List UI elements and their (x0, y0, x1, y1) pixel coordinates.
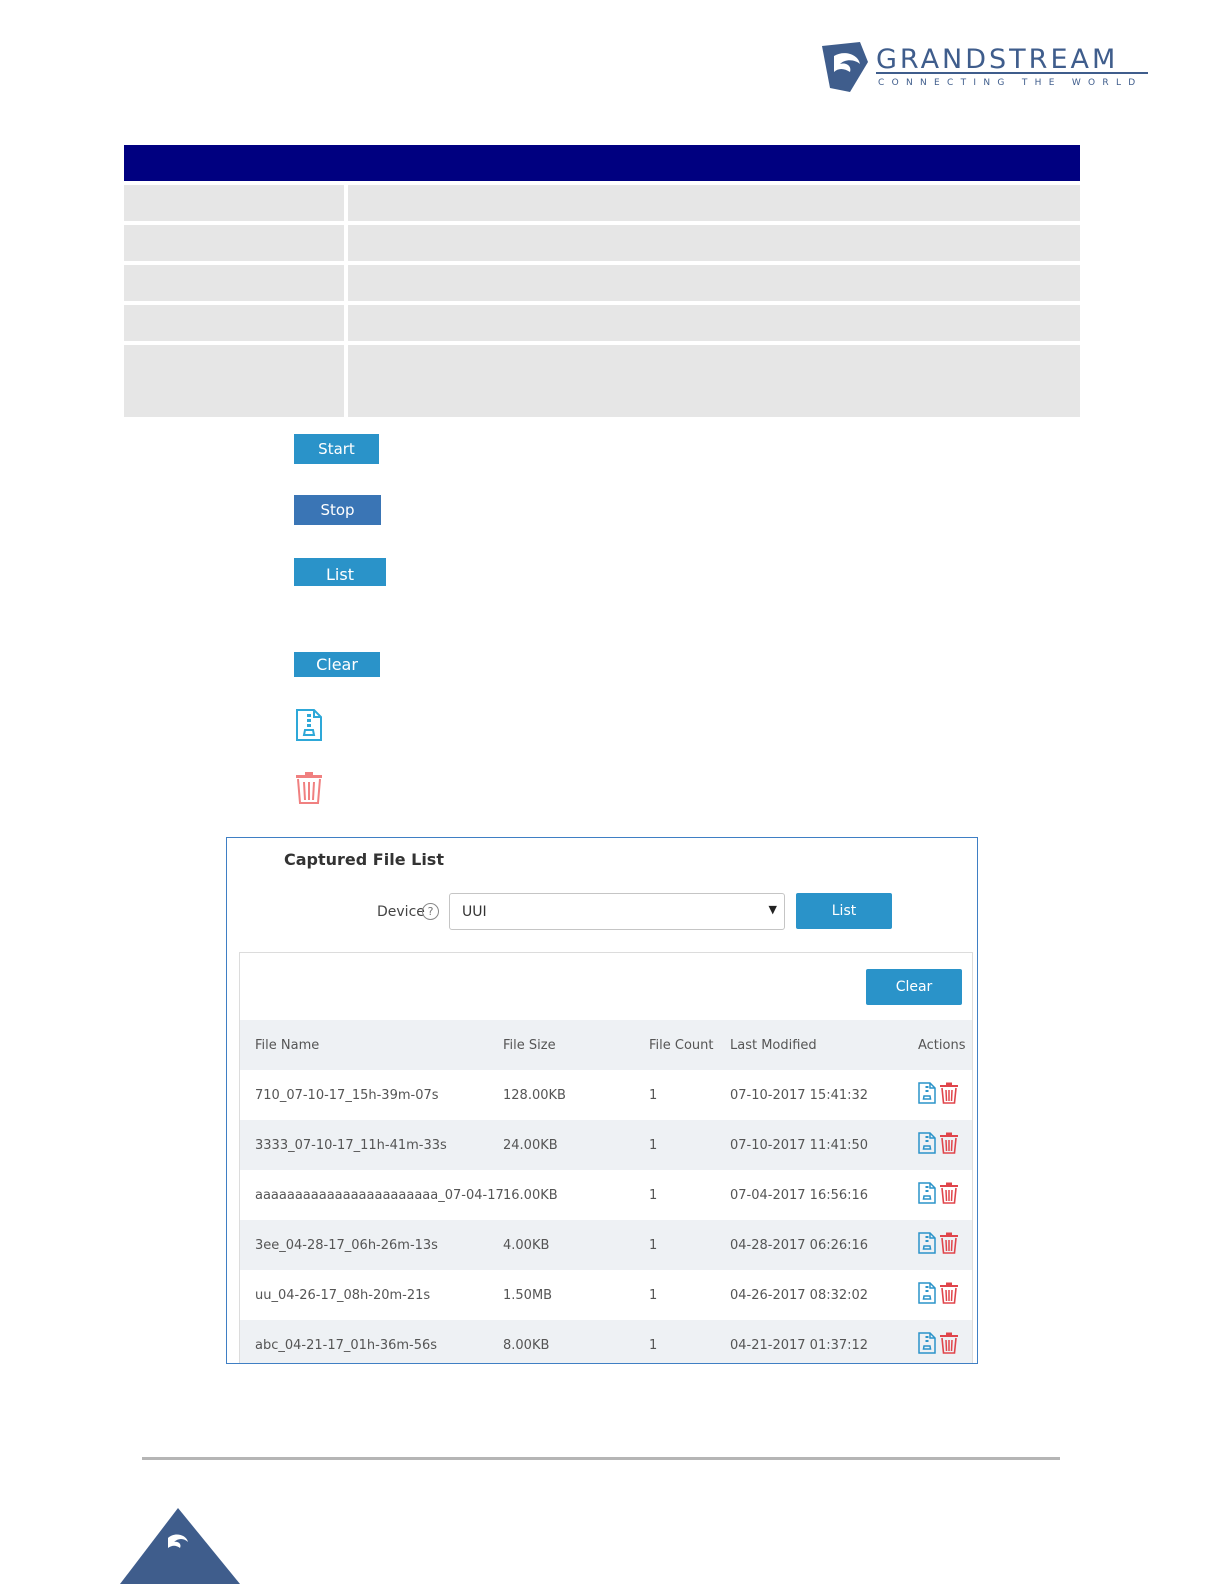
actions-cell (918, 1070, 972, 1120)
trash-icon[interactable] (294, 771, 324, 805)
trash-icon[interactable] (939, 1082, 959, 1104)
download-file-icon[interactable] (295, 708, 323, 742)
file-size-cell: 128.00KB (503, 1087, 566, 1103)
footer-logo-icon (120, 1508, 240, 1584)
file-size-cell: 16.00KB (503, 1187, 558, 1203)
table-row: aaaaaaaaaaaaaaaaaaaaaaa_07-04-17_... 16.0… (240, 1170, 972, 1220)
file-size-cell: 8.00KB (503, 1337, 550, 1353)
actions-cell (918, 1320, 972, 1363)
download-file-icon[interactable] (918, 1282, 936, 1304)
last-modified-cell: 04-26-2017 08:32:02 (730, 1287, 869, 1303)
grandstream-logo: GRANDSTREAM CONNECTING THE WORLD (820, 42, 1160, 98)
device-select-value: UUI (462, 904, 487, 920)
panel-list-button[interactable]: List (796, 893, 892, 929)
download-file-icon[interactable] (918, 1082, 936, 1104)
column-header-last-modified[interactable]: Last Modified (730, 1020, 918, 1070)
trash-icon[interactable] (939, 1232, 959, 1254)
actions-cell (918, 1170, 972, 1220)
clear-button[interactable]: Clear (294, 652, 380, 677)
column-header-file-size[interactable]: File Size (503, 1020, 649, 1070)
table-row (124, 225, 1080, 261)
last-modified-cell: 04-28-2017 06:26:16 (730, 1237, 869, 1253)
table-row (124, 345, 1080, 417)
table-header-row: File Name File Size File Count Last Modi… (240, 1020, 972, 1070)
files-table: File Name File Size File Count Last Modi… (240, 1020, 972, 1363)
table-row: 710_07-10-17_15h-39m-07s 128.00KB 1 07-10-2… (240, 1070, 972, 1120)
device-select[interactable]: UUI ▼ (449, 893, 785, 930)
column-header-actions: Actions (918, 1037, 966, 1053)
trash-icon[interactable] (939, 1282, 959, 1304)
captured-file-list-panel: Captured File List Device ? UUI ▼ List C… (226, 837, 978, 1364)
stop-button[interactable]: Stop (294, 495, 381, 525)
file-count-cell: 1 (649, 1337, 658, 1353)
parameter-table (124, 145, 1080, 417)
last-modified-cell: 07-10-2017 11:41:50 (730, 1137, 869, 1153)
download-file-icon[interactable] (918, 1182, 936, 1204)
table-header (124, 145, 1080, 181)
table-row (124, 185, 1080, 221)
last-modified-cell: 04-21-2017 01:37:12 (730, 1337, 869, 1353)
panel-title: Captured File List (284, 850, 444, 869)
download-file-icon[interactable] (918, 1332, 936, 1354)
file-name-cell: 3ee_04-28-17_06h-26m-13s (255, 1237, 438, 1253)
chevron-down-icon: ▼ (768, 903, 777, 916)
actions-cell (918, 1220, 972, 1270)
list-button[interactable]: List (294, 558, 386, 586)
grandstream-logo-icon (822, 42, 868, 92)
file-size-cell: 4.00KB (503, 1237, 550, 1253)
last-modified-cell: 07-10-2017 15:41:32 (730, 1087, 869, 1103)
file-name-cell: 710_07-10-17_15h-39m-07s (255, 1087, 439, 1103)
trash-icon[interactable] (939, 1332, 959, 1354)
file-size-cell: 24.00KB (503, 1137, 558, 1153)
column-header-file-count[interactable]: File Count (649, 1020, 730, 1070)
table-row (124, 305, 1080, 341)
table-row: 3333_07-10-17_11h-41m-33s 24.00KB 1 07-10-2… (240, 1120, 972, 1170)
file-name-cell: uu_04-26-17_08h-20m-21s (255, 1287, 431, 1303)
file-name-cell: aaaaaaaaaaaaaaaaaaaaaaa_07-04-17_... (255, 1187, 503, 1203)
file-count-cell: 1 (649, 1137, 658, 1153)
table-row: 3ee_04-28-17_06h-26m-13s 4.00KB 1 04-28-201… (240, 1220, 972, 1270)
file-count-cell: 1 (649, 1087, 658, 1103)
file-name-cell: 3333_07-10-17_11h-41m-33s (255, 1137, 447, 1153)
device-label: Device (377, 904, 425, 920)
file-count-cell: 1 (649, 1237, 658, 1253)
file-size-cell: 1.50MB (503, 1287, 553, 1303)
download-file-icon[interactable] (918, 1132, 936, 1154)
file-list-container: Clear File Name File Size File Count Las… (239, 952, 973, 1363)
table-row (124, 265, 1080, 301)
logo-tagline: CONNECTING THE WORLD (878, 78, 1143, 88)
footer-divider (142, 1457, 1060, 1460)
column-header-file-name[interactable]: File Name (240, 1020, 503, 1070)
start-button[interactable]: Start (294, 434, 379, 464)
table-row: abc_04-21-17_01h-36m-56s 8.00KB 1 04-21-201… (240, 1320, 972, 1363)
logo-brand-text: GRANDSTREAM (876, 44, 1119, 75)
table-row: uu_04-26-17_08h-20m-21s 1.50MB 1 04-26-2017… (240, 1270, 972, 1320)
trash-icon[interactable] (939, 1182, 959, 1204)
file-count-cell: 1 (649, 1187, 658, 1203)
download-file-icon[interactable] (918, 1232, 936, 1254)
trash-icon[interactable] (939, 1132, 959, 1154)
file-count-cell: 1 (649, 1287, 658, 1303)
last-modified-cell: 07-04-2017 16:56:16 (730, 1187, 869, 1203)
file-name-cell: abc_04-21-17_01h-36m-56s (255, 1337, 438, 1353)
actions-cell (918, 1270, 972, 1320)
panel-clear-button[interactable]: Clear (866, 969, 962, 1005)
help-icon[interactable]: ? (422, 903, 439, 920)
logo-divider (876, 72, 1148, 74)
actions-cell (918, 1120, 972, 1170)
